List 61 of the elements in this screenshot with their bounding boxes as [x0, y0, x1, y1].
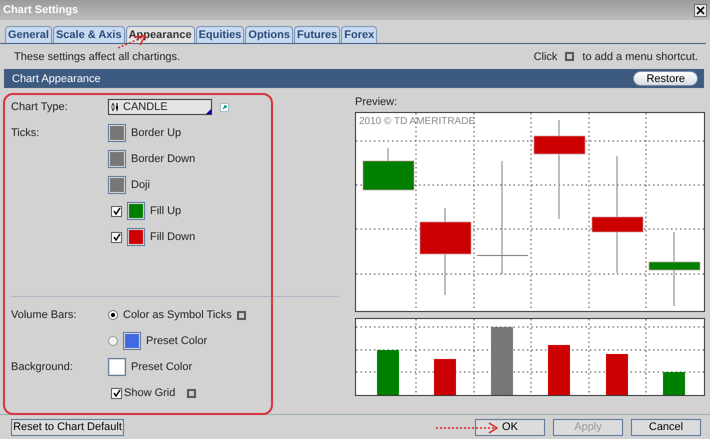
tab[interactable]: Options — [245, 26, 293, 43]
reset-button[interactable]: Reset to Chart Default — [11, 418, 124, 436]
option-label: Preset Color — [131, 361, 192, 373]
color-swatch[interactable] — [127, 228, 145, 246]
color-swatch[interactable] — [108, 150, 126, 168]
info-text: These settings affect all chartings. — [14, 50, 180, 62]
option-label: Border Up — [131, 127, 182, 139]
annotation-arrow — [436, 422, 498, 434]
volume-bar — [663, 372, 685, 395]
dialog-button[interactable]: Cancel — [631, 418, 701, 436]
chart-type-dropdown[interactable]: CANDLE — [108, 99, 212, 115]
option-label: Color as Symbol Ticks — [123, 309, 232, 321]
color-swatch[interactable] — [108, 358, 126, 376]
candlestick — [362, 148, 414, 190]
radio-button[interactable] — [108, 336, 118, 346]
candle-icon — [111, 102, 121, 112]
option-label: Show Grid — [124, 387, 176, 399]
color-swatch[interactable] — [127, 202, 145, 220]
option-label: Border Down — [131, 153, 196, 165]
option-label: Fill Up — [150, 205, 182, 217]
option-label: Doji — [131, 179, 150, 191]
shortcut-icon[interactable] — [187, 388, 196, 398]
shortcut-icon — [565, 52, 574, 61]
volume-bar — [548, 345, 570, 395]
corner-icon — [206, 109, 211, 114]
field-label: Volume Bars: — [11, 309, 76, 321]
tab[interactable]: Futures — [294, 26, 340, 43]
watermark-text: 2010 © TD AMERITRADE — [359, 116, 476, 127]
dropdown-value: CANDLE — [123, 101, 168, 113]
option-label: Preset Color — [146, 335, 208, 347]
restore-button[interactable]: Restore — [633, 71, 698, 86]
field-label: Background: — [11, 361, 73, 373]
close-button[interactable] — [694, 4, 707, 16]
hint-text: to add a menu shortcut. — [582, 50, 698, 62]
option-label: Fill Down — [150, 231, 196, 243]
color-swatch[interactable] — [123, 332, 141, 350]
tab[interactable]: Appearance — [126, 26, 195, 43]
volume-bar — [377, 350, 399, 395]
volume-bar — [491, 327, 513, 395]
tab[interactable]: General — [5, 26, 52, 43]
hint-text: Click — [534, 50, 558, 62]
volume-bar — [434, 359, 456, 395]
preview-label: Preview: — [355, 95, 398, 110]
tab[interactable]: Forex — [341, 26, 378, 43]
window-title: Chart Settings — [3, 4, 78, 16]
dialog-button[interactable]: OK — [475, 418, 545, 436]
checkbox[interactable] — [111, 206, 122, 216]
volume-bar — [606, 354, 628, 395]
checkbox[interactable] — [111, 232, 122, 242]
color-swatch[interactable] — [108, 176, 126, 194]
checkbox[interactable] — [111, 388, 122, 398]
close-icon — [696, 6, 705, 14]
popout-icon[interactable] — [220, 102, 229, 112]
tab[interactable]: Equities — [196, 26, 244, 43]
field-label: Ticks: — [11, 127, 40, 139]
color-swatch[interactable] — [108, 124, 126, 142]
radio-button[interactable] — [108, 310, 118, 320]
tab[interactable]: Scale & Axis — [52, 26, 125, 43]
field-label: Chart Type: — [11, 101, 68, 113]
shortcut-icon[interactable] — [236, 310, 246, 320]
section-title: Chart Appearance — [12, 72, 101, 84]
